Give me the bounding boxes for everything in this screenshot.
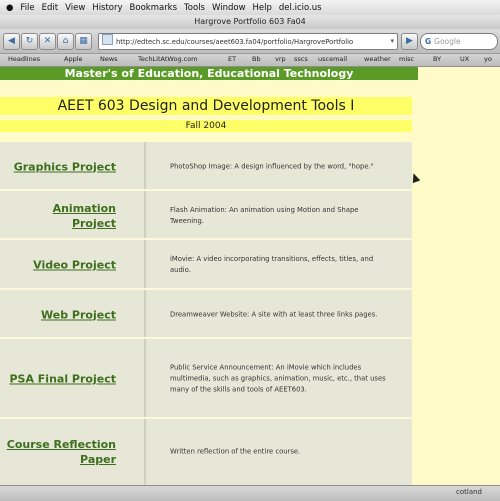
menu-tools[interactable]: Tools — [184, 3, 205, 13]
navigation-toolbar: ◀ ↻ ✕ ⌂ ▦ http://edtech.sc.edu/courses/a… — [0, 29, 500, 54]
bookmark-item[interactable]: ET — [228, 55, 236, 63]
bookmark-item[interactable]: vrp — [275, 55, 286, 63]
table-row: Web Project Dreamweaver Website: A site … — [0, 290, 412, 339]
menu-help[interactable]: Help — [253, 3, 272, 13]
status-text: cotland — [456, 488, 482, 496]
bookmark-item[interactable]: yo — [484, 55, 492, 63]
table-row: Animation Project Flash Animation: An an… — [0, 191, 412, 240]
course-title: AEET 603 Design and Development Tools I — [0, 97, 412, 115]
reload-icon[interactable]: ↻ — [21, 33, 38, 50]
table-row: Course Reflection Paper Written reflecti… — [0, 419, 412, 485]
course-reflection-paper-link[interactable]: Course Reflection Paper — [6, 437, 116, 467]
project-description: Flash Animation: An animation using Moti… — [170, 205, 359, 225]
bookmark-item[interactable]: BY — [433, 55, 441, 63]
project-name-cell: PSA Final Project — [0, 339, 146, 419]
go-button[interactable]: ▶ — [401, 33, 418, 50]
bookmarks-bar: Headlines Apple News TechLitAtWog.com ET… — [0, 54, 500, 67]
project-name-cell: Video Project — [0, 240, 146, 290]
google-search-icon: G — [425, 37, 432, 46]
bookmark-item[interactable]: sscs — [294, 55, 308, 63]
site-favicon-icon — [102, 34, 113, 45]
menu-bar: ● File Edit View History Bookmarks Tools… — [0, 0, 500, 16]
bookmark-item[interactable]: weather — [364, 55, 391, 63]
bookmark-item[interactable]: misc — [399, 55, 414, 63]
bookmark-manager-icon[interactable]: ▦ — [75, 33, 92, 50]
project-description: PhotoShop Image: A design influenced by … — [170, 162, 374, 170]
project-name-cell: Animation Project — [0, 191, 146, 240]
video-project-link[interactable]: Video Project — [6, 258, 116, 273]
bookmark-item[interactable]: Apple — [64, 55, 83, 63]
home-icon[interactable]: ⌂ — [57, 33, 74, 50]
menu-history[interactable]: History — [92, 3, 122, 13]
animation-project-link[interactable]: Animation Project — [6, 201, 116, 231]
menu-edit[interactable]: Edit — [42, 3, 58, 13]
web-project-link[interactable]: Web Project — [6, 307, 116, 322]
project-description: Written reflection of the entire course. — [170, 447, 301, 456]
menu-window[interactable]: Window — [212, 3, 246, 13]
bookmark-item[interactable]: Bb — [252, 55, 261, 63]
menu-view[interactable]: View — [65, 3, 85, 13]
search-placeholder: Google — [434, 37, 461, 46]
project-description: Dreamweaver Website: A site with at leas… — [170, 310, 378, 318]
apple-menu-icon[interactable]: ● — [6, 3, 13, 13]
menu-delicious[interactable]: del.icio.us — [279, 3, 322, 13]
table-row: PSA Final Project Public Service Announc… — [0, 339, 412, 419]
bookmark-item[interactable]: TechLitAtWog.com — [138, 55, 198, 63]
menu-bookmarks[interactable]: Bookmarks — [130, 3, 178, 13]
program-banner: Master's of Education, Educational Techn… — [0, 67, 418, 80]
bookmark-item[interactable]: Headlines — [8, 55, 40, 63]
project-name-cell: Web Project — [0, 290, 146, 339]
psa-final-project-link[interactable]: PSA Final Project — [6, 372, 116, 387]
graphics-project-link[interactable]: Graphics Project — [6, 159, 116, 174]
bookmark-item[interactable]: uscemail — [318, 55, 347, 63]
window-title: Hargrove Portfolio 603 Fa04 — [0, 15, 500, 29]
project-description: iMovie: A video incorporating transition… — [170, 255, 374, 274]
table-row: Video Project iMovie: A video incorporat… — [0, 240, 412, 290]
term-label: Fall 2004 — [0, 120, 412, 132]
table-row: Graphics Project PhotoShop Image: A desi… — [0, 142, 412, 191]
page-content: Master's of Education, Educational Techn… — [0, 67, 500, 485]
address-bar[interactable]: http://edtech.sc.edu/courses/aeet603.fa0… — [98, 33, 398, 50]
project-name-cell: Graphics Project — [0, 142, 146, 191]
menu-file[interactable]: File — [20, 3, 34, 13]
back-button[interactable]: ◀ — [3, 33, 20, 50]
project-name-cell: Course Reflection Paper — [0, 419, 146, 485]
bookmark-item[interactable]: News — [100, 55, 118, 63]
status-bar: cotland — [0, 485, 500, 501]
url-text: http://edtech.sc.edu/courses/aeet603.fa0… — [116, 38, 354, 46]
project-description: Public Service Announcement: An iMovie w… — [170, 363, 386, 394]
bookmark-item[interactable]: UX — [460, 55, 469, 63]
search-input[interactable]: G Google — [420, 33, 498, 50]
url-dropdown-icon[interactable]: ▾ — [390, 34, 394, 49]
stop-icon[interactable]: ✕ — [39, 33, 56, 50]
